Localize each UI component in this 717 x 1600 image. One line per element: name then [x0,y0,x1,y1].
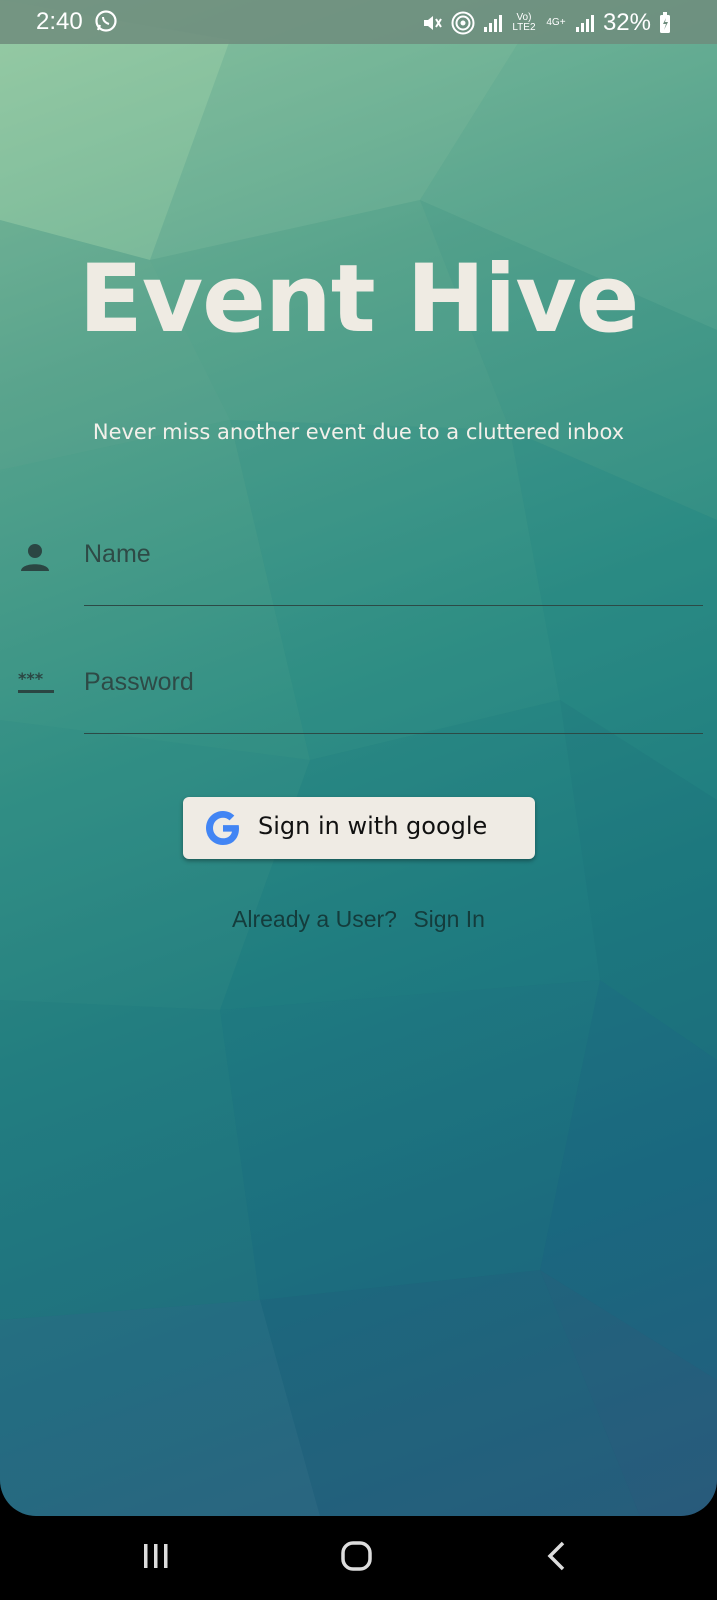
navigation-bar [0,1516,717,1600]
password-icon-text: *** [18,669,44,688]
signal-icon [575,13,595,33]
google-icon [203,808,243,853]
status-bar: 2:40 Vo) LTE2 4G+ 32% [0,0,717,44]
password-icon: *** [18,668,58,703]
name-underline [84,605,703,606]
network-type: 4G+ [546,17,566,28]
name-placeholder: Name [84,540,151,568]
network-label: Vo) LTE2 [512,12,536,33]
name-field[interactable]: Name [0,540,717,620]
person-icon [18,540,52,579]
app-screen: 2:40 Vo) LTE2 4G+ 32% Event Hive Never m… [0,0,717,1516]
home-icon[interactable] [340,1540,374,1577]
password-field[interactable]: *** Password [0,668,717,748]
hotspot-icon [451,11,475,35]
app-title: Event Hive [78,245,640,354]
back-icon[interactable] [545,1540,569,1577]
google-signin-button[interactable]: Sign in with google [183,797,535,859]
google-signin-label: Sign in with google [258,812,488,840]
whatsapp-icon [94,9,118,33]
status-icons: Vo) LTE2 4G+ 32% [421,9,671,37]
already-user-row: Already a User? Sign In [0,906,717,933]
password-underline [84,733,703,734]
background-pattern [0,0,717,1516]
mute-icon [421,12,443,34]
battery-percent: 32% [602,9,651,36]
battery-charging-icon [659,12,671,34]
already-user-prompt: Already a User? [232,906,397,932]
recent-apps-icon[interactable] [140,1540,172,1577]
status-time: 2:40 [36,8,83,35]
password-placeholder: Password [84,668,194,696]
signin-link[interactable]: Sign In [413,906,485,933]
app-subtitle: Never miss another event due to a clutte… [92,420,625,444]
signal-icon [483,13,503,33]
